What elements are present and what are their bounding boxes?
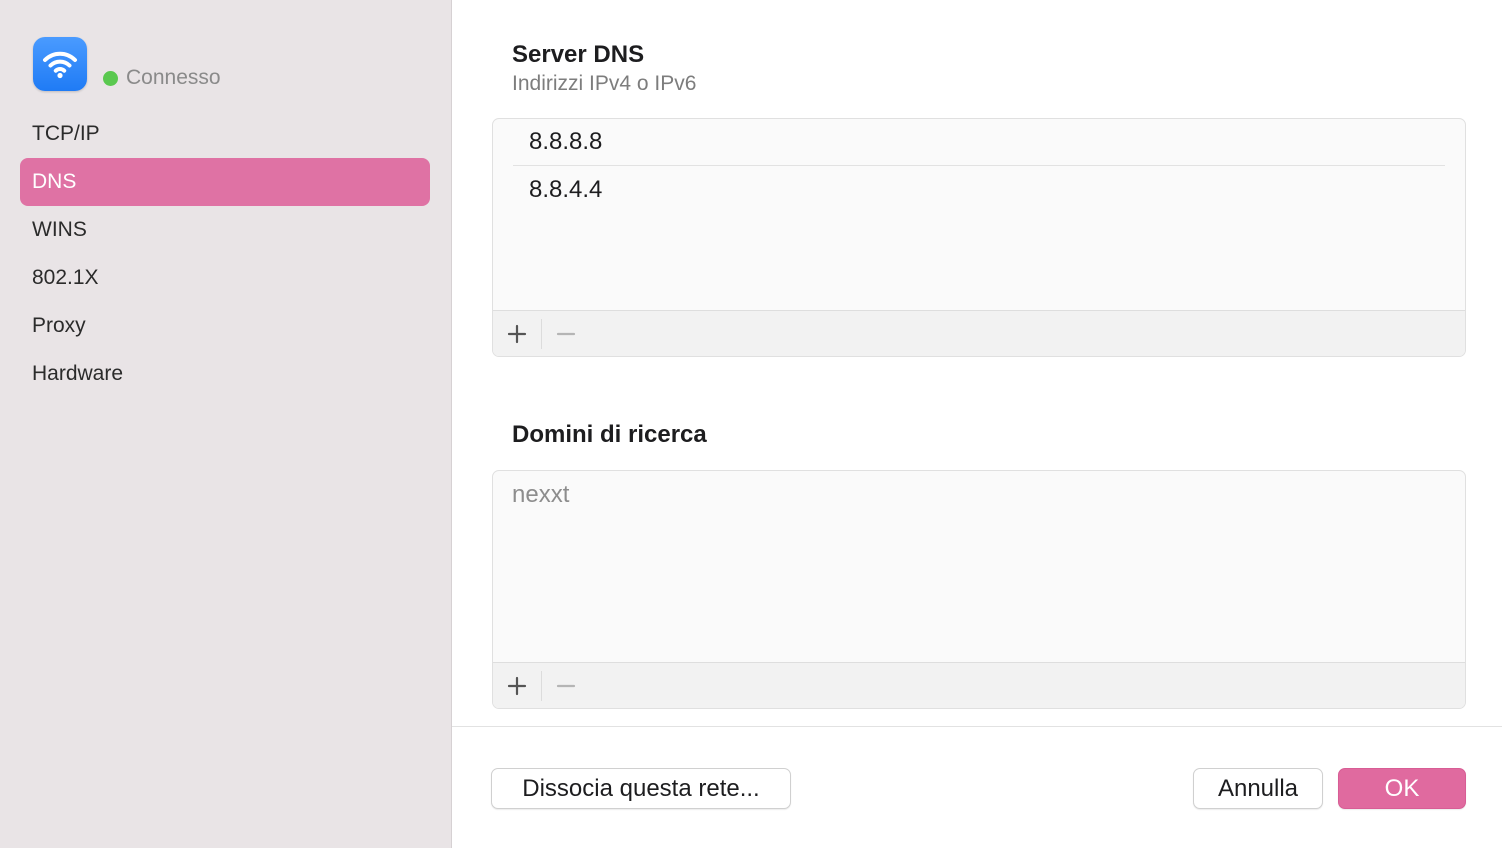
connection-status-label: Connesso — [126, 66, 221, 89]
forget-network-button[interactable]: Dissocia questa rete... — [491, 768, 791, 809]
remove-search-domain-button[interactable] — [542, 670, 590, 702]
dns-servers-list[interactable]: 8.8.8.8 8.8.4.4 — [492, 118, 1466, 357]
search-domains-toolbar — [493, 662, 1465, 708]
cancel-button[interactable]: Annulla — [1193, 768, 1323, 809]
search-domains-list[interactable]: nexxt — [492, 470, 1466, 709]
dns-servers-rows: 8.8.8.8 8.8.4.4 — [493, 119, 1465, 310]
dns-server-address: 8.8.4.4 — [529, 175, 603, 203]
connection-status: Connesso — [103, 66, 221, 90]
sidebar-item-dns[interactable]: DNS — [20, 158, 430, 206]
sidebar-item-hardware[interactable]: Hardware — [20, 350, 430, 398]
sidebar: Connesso TCP/IP DNS WINS 802.1X Proxy Ha… — [0, 0, 452, 848]
plus-icon — [507, 324, 527, 343]
ok-button[interactable]: OK — [1338, 768, 1466, 809]
minus-icon — [556, 332, 576, 335]
dns-servers-title: Server DNS — [512, 41, 645, 68]
sidebar-item-label: Hardware — [32, 362, 124, 385]
wifi-icon — [33, 37, 87, 91]
add-dns-server-button[interactable] — [493, 318, 541, 350]
search-domains-rows: nexxt — [493, 471, 1465, 662]
sidebar-item-proxy[interactable]: Proxy — [20, 302, 430, 350]
dns-servers-toolbar — [493, 310, 1465, 356]
sidebar-item-wins[interactable]: WINS — [20, 206, 430, 254]
remove-dns-server-button[interactable] — [542, 318, 590, 350]
dns-server-row[interactable]: 8.8.8.8 — [513, 119, 1445, 166]
dns-server-row[interactable]: 8.8.4.4 — [513, 166, 1445, 213]
sidebar-item-label: Proxy — [32, 314, 86, 337]
search-domain-entry[interactable]: nexxt — [512, 481, 569, 509]
main-panel: Server DNS Indirizzi IPv4 o IPv6 8.8.8.8… — [452, 0, 1502, 848]
sidebar-item-label: TCP/IP — [32, 122, 100, 145]
add-search-domain-button[interactable] — [493, 670, 541, 702]
sidebar-item-label: WINS — [32, 218, 87, 241]
sidebar-item-tcpip[interactable]: TCP/IP — [20, 110, 430, 158]
network-settings-window: Connesso TCP/IP DNS WINS 802.1X Proxy Ha… — [0, 0, 1502, 848]
sidebar-item-label: DNS — [32, 170, 77, 193]
sidebar-item-label: 802.1X — [32, 266, 99, 289]
plus-icon — [507, 676, 527, 695]
search-domains-title: Domini di ricerca — [512, 421, 707, 448]
dns-servers-subtitle: Indirizzi IPv4 o IPv6 — [512, 72, 697, 95]
sidebar-item-8021x[interactable]: 802.1X — [20, 254, 430, 302]
dns-server-address: 8.8.8.8 — [529, 128, 603, 155]
status-dot-icon — [103, 70, 118, 86]
footer-bar: Dissocia questa rete... Annulla OK — [452, 726, 1502, 848]
minus-icon — [556, 684, 576, 687]
sidebar-nav: TCP/IP DNS WINS 802.1X Proxy Hardware — [20, 110, 430, 398]
